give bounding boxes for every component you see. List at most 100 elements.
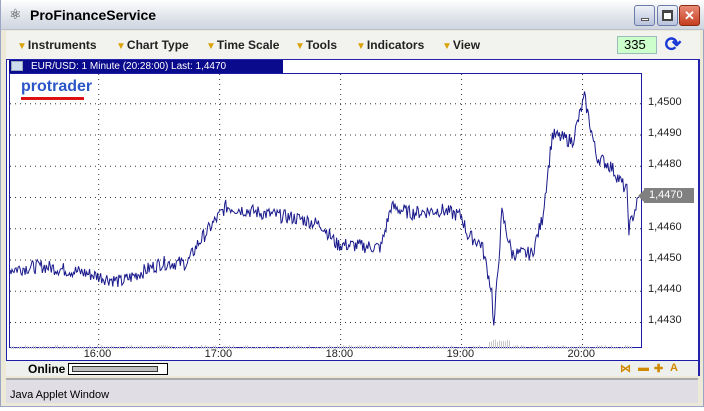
volume-bar <box>487 346 488 349</box>
auto-scale-icon[interactable]: A <box>670 362 678 374</box>
close-button[interactable]: ✕ <box>679 5 700 26</box>
volume-bar <box>505 341 506 349</box>
volume-bar <box>267 345 268 349</box>
volume-bar <box>163 345 164 349</box>
volume-bar <box>47 346 48 349</box>
menu-time-scale[interactable]: ▼Time Scale <box>206 38 279 52</box>
chart-title: EUR/USD: 1 Minute (20:28:00) Last: 1,447… <box>31 61 227 72</box>
volume-bar <box>599 345 600 349</box>
volume-bar <box>49 346 50 349</box>
volume-bar <box>127 345 128 349</box>
volume-bar <box>391 345 392 349</box>
volume-bar <box>533 345 534 349</box>
volume-bar <box>419 345 420 349</box>
refresh-icon[interactable]: ⟳ <box>662 34 684 56</box>
volume-bar <box>613 346 614 349</box>
volume-bar <box>53 347 54 349</box>
volume-bar <box>305 346 306 349</box>
volume-bar <box>11 346 12 349</box>
volume-bar <box>597 345 598 349</box>
volume-bar <box>503 340 504 349</box>
volume-bar <box>553 345 554 349</box>
volume-bar <box>361 345 362 349</box>
volume-bar <box>281 347 282 349</box>
volume-bar <box>629 346 630 349</box>
volume-bar <box>541 346 542 349</box>
volume-bar <box>485 347 486 349</box>
volume-bar <box>521 345 522 349</box>
volume-bar <box>179 347 180 349</box>
counter-field[interactable]: 335 <box>617 36 657 54</box>
menu-label: Tools <box>305 38 338 52</box>
zoom-in-icon[interactable]: ✚ <box>654 362 663 375</box>
volume-bar <box>119 346 120 349</box>
volume-bar <box>609 347 610 349</box>
volume-bar <box>251 346 252 349</box>
volume-bar <box>411 347 412 349</box>
x-tick-label: 19:00 <box>446 348 475 360</box>
volume-bar <box>19 346 20 349</box>
volume-bar <box>377 346 378 349</box>
menu-view[interactable]: ▼View <box>442 38 480 52</box>
maximize-button[interactable] <box>657 5 678 26</box>
volume-bar <box>69 346 70 349</box>
volume-bar <box>193 346 194 349</box>
volume-bar <box>37 347 38 349</box>
volume-bar <box>145 346 146 349</box>
volume-bar <box>309 345 310 349</box>
volume-bar <box>169 346 170 349</box>
volume-bar <box>405 347 406 349</box>
volume-bar <box>277 347 278 349</box>
volume-bar <box>121 347 122 349</box>
plot-area[interactable] <box>9 73 643 349</box>
menu-indicators[interactable]: ▼Indicators <box>356 38 424 52</box>
menu-chart-type[interactable]: ▼Chart Type <box>116 38 189 52</box>
menu-tools[interactable]: ▼Tools <box>295 38 337 52</box>
volume-bar <box>603 346 604 349</box>
status-row: Online ⋈ ▬ ✚ A <box>6 360 698 376</box>
protrader-logo: protrader <box>21 78 93 95</box>
menu-instruments[interactable]: ▼Instruments <box>17 38 97 52</box>
volume-bar <box>549 346 550 349</box>
volume-bar <box>317 347 318 349</box>
volume-bar <box>293 345 294 349</box>
volume-bar <box>249 347 250 349</box>
volume-bar <box>381 346 382 349</box>
arrow-down-icon: ▼ <box>116 41 126 52</box>
volume-bar <box>387 346 388 349</box>
y-tick-label: 1,4440 <box>648 283 682 296</box>
volume-bar <box>261 346 262 349</box>
volume-bar <box>425 346 426 349</box>
progress-fill <box>72 366 158 372</box>
volume-bar <box>515 345 516 349</box>
volume-bar <box>81 347 82 349</box>
volume-bar <box>149 347 150 349</box>
fit-icon[interactable]: ⋈ <box>620 362 631 375</box>
volume-bar <box>39 346 40 349</box>
volume-bar <box>307 347 308 349</box>
menu-label: Instruments <box>27 38 97 52</box>
volume-bar <box>291 346 292 349</box>
volume-bar <box>371 346 372 349</box>
y-tick-label: 1,4490 <box>648 126 682 139</box>
y-tick-label: 1,4430 <box>648 314 682 327</box>
volume-bar <box>181 346 182 349</box>
x-tick-label: 17:00 <box>204 348 233 360</box>
volume-bar <box>475 346 476 349</box>
volume-bar <box>495 339 496 349</box>
volume-bar <box>559 347 560 349</box>
volume-bar <box>415 347 416 349</box>
volume-bar <box>529 347 530 349</box>
y-tick-label: 1,4500 <box>648 95 682 108</box>
title-bar[interactable]: ⚛ ProFinanceService ✕ <box>1 0 704 30</box>
volume-bar <box>431 347 432 349</box>
volume-bar <box>21 346 22 349</box>
arrow-down-icon: ▼ <box>17 41 27 52</box>
minimize-button[interactable] <box>634 5 655 26</box>
zoom-out-icon[interactable]: ▬ <box>638 362 649 374</box>
volume-bar <box>135 346 136 349</box>
window-icon[interactable] <box>11 61 23 71</box>
volume-bar <box>147 347 148 349</box>
volume-bar <box>443 345 444 349</box>
volume-bar <box>285 346 286 349</box>
